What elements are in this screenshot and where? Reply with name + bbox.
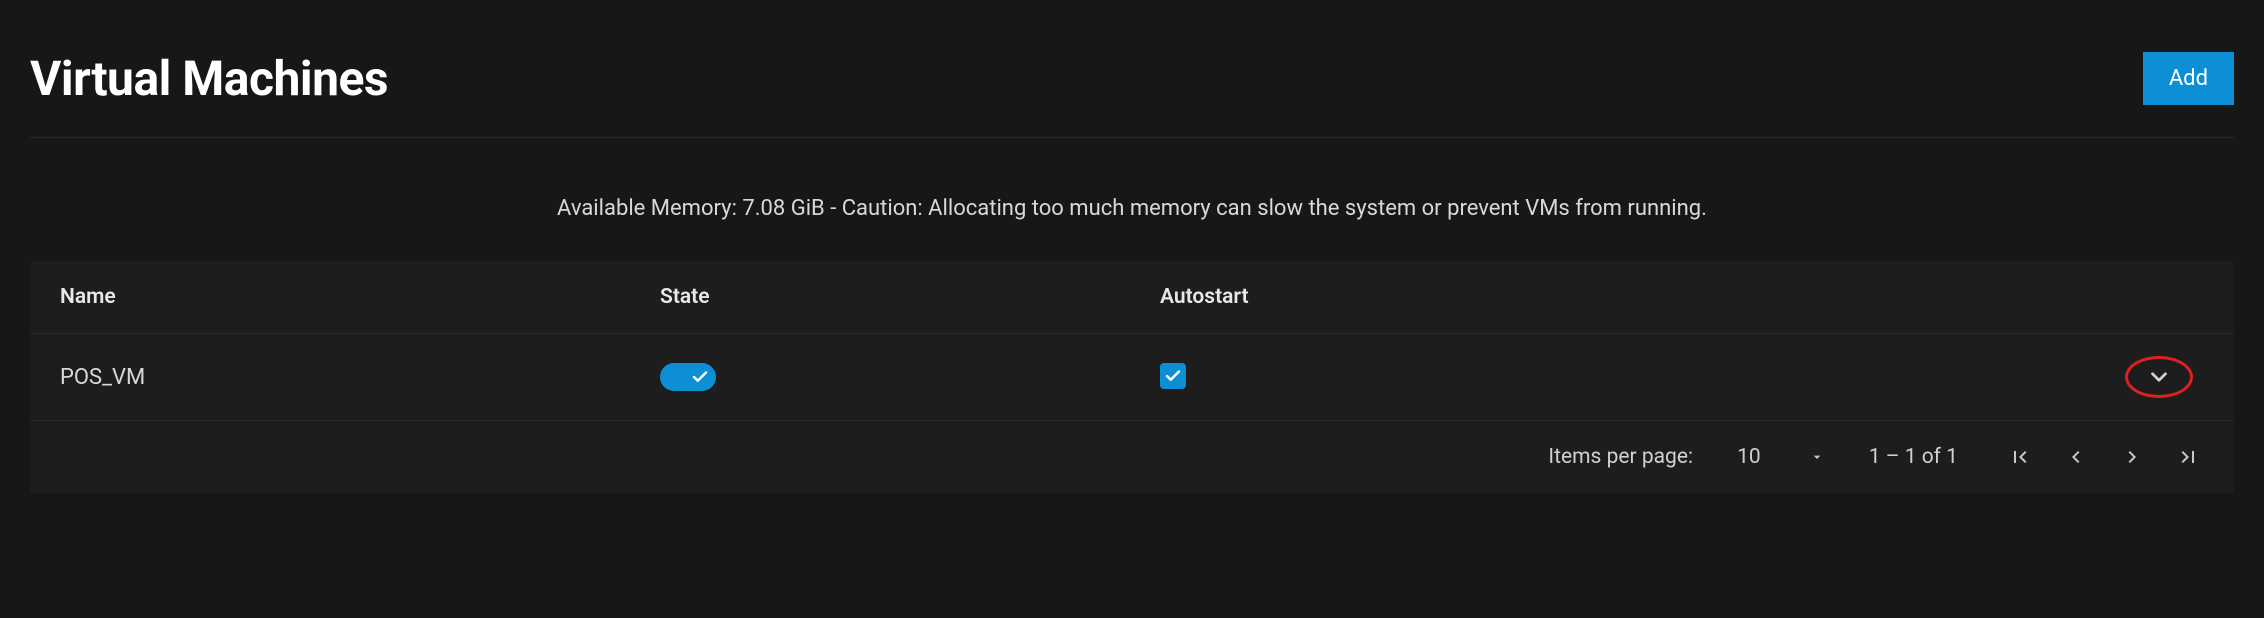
check-icon: [691, 368, 709, 386]
last-page-button[interactable]: [2170, 439, 2206, 475]
last-page-icon: [2176, 445, 2200, 469]
page-nav: [2002, 439, 2206, 475]
column-header-name[interactable]: Name: [60, 285, 660, 309]
expand-row-annotation: [2125, 356, 2193, 398]
memory-info-text: Available Memory: 7.08 GiB - Caution: Al…: [30, 138, 2234, 261]
autostart-checkbox[interactable]: [1160, 363, 1186, 389]
column-header-state[interactable]: State: [660, 285, 1160, 309]
page-size-select[interactable]: 10: [1737, 445, 1825, 469]
table-header-row: Name State Autostart: [30, 261, 2234, 334]
vm-name-cell: POS_VM: [60, 365, 660, 390]
page-size-value: 10: [1737, 445, 1761, 469]
prev-page-button[interactable]: [2058, 439, 2094, 475]
first-page-icon: [2008, 445, 2032, 469]
page-title: Virtual Machines: [30, 50, 388, 107]
check-icon: [1164, 367, 1182, 385]
state-toggle[interactable]: [660, 363, 716, 391]
chevron-right-icon: [2120, 445, 2144, 469]
items-per-page-label: Items per page:: [1548, 445, 1693, 469]
page-range-text: 1 – 1 of 1: [1869, 445, 1958, 469]
vm-table: Name State Autostart POS_VM: [30, 261, 2234, 493]
next-page-button[interactable]: [2114, 439, 2150, 475]
paginator: Items per page: 10 1 – 1 of 1: [30, 421, 2234, 493]
table-row[interactable]: POS_VM: [30, 334, 2234, 421]
expand-row-button[interactable]: [2142, 360, 2176, 394]
chevron-down-icon: [2146, 364, 2172, 390]
caret-down-icon: [1809, 449, 1825, 465]
chevron-left-icon: [2064, 445, 2088, 469]
column-header-autostart[interactable]: Autostart: [1160, 285, 2114, 309]
add-button[interactable]: Add: [2143, 52, 2234, 105]
first-page-button[interactable]: [2002, 439, 2038, 475]
